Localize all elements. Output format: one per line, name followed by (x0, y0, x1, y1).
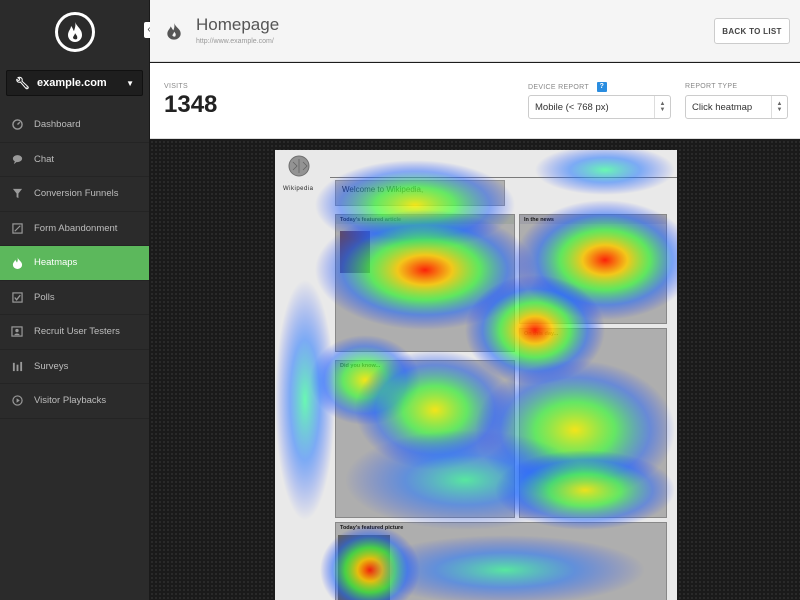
help-icon[interactable]: ? (596, 82, 607, 92)
featured-picture-heading: Today's featured picture (340, 525, 404, 531)
poll-icon (10, 290, 24, 304)
device-report-label-text: DEVICE REPORT (528, 83, 589, 91)
heatmap-page-preview[interactable]: Wikipedia Welcome to Wikipedia, Today's … (275, 150, 677, 600)
wiki-portals (537, 184, 667, 206)
sidebar: 🔧︎ example.com ▼ Dashboard Chat Conversi… (0, 0, 150, 600)
sidebar-item-label: Visitor Playbacks (34, 395, 107, 407)
did-you-know-heading: Did you know... (340, 363, 381, 369)
on-this-day-box: On this day... (519, 328, 667, 518)
wiki-wordmark: Wikipedia (283, 186, 314, 192)
chevron-down-icon: ▼ (126, 78, 134, 88)
play-icon (10, 394, 24, 408)
visits-label: VISITS (164, 83, 188, 90)
sidebar-item-label: Polls (34, 291, 55, 303)
select-arrows-icon: ▲ ▼ (771, 96, 787, 118)
page-title: Homepage (196, 15, 280, 34)
sidebar-item-surveys[interactable]: Surveys (0, 350, 149, 384)
visits-value: 1348 (164, 91, 218, 118)
wiki-welcome-title: Welcome to Wikipedia, (342, 185, 424, 194)
brand (0, 0, 149, 64)
sidebar-item-label: Form Abandonment (34, 222, 118, 234)
featured-picture-box: Today's featured picture (335, 522, 667, 600)
sidebar-item-label: Heatmaps (34, 257, 78, 269)
user-card-icon (10, 325, 24, 339)
in-the-news-heading: In the news (520, 215, 666, 224)
flame-icon (10, 256, 24, 270)
sidebar-nav: Dashboard Chat Conversion Funnels Form A… (0, 108, 149, 419)
sidebar-item-label: Recruit User Testers (34, 326, 120, 338)
wiki-welcome-box: Welcome to Wikipedia, (335, 180, 505, 206)
flame-icon (166, 22, 182, 45)
wikipedia-globe-icon (279, 154, 319, 184)
sidebar-item-label: Conversion Funnels (34, 188, 119, 200)
page-url: http://www.example.com/ (196, 38, 274, 45)
sidebar-item-dashboard[interactable]: Dashboard (0, 108, 149, 143)
report-type-value: Click heatmap (692, 101, 753, 113)
wrench-icon: 🔧︎ (15, 76, 31, 90)
wiki-tabs (330, 168, 677, 178)
featured-picture-image (338, 535, 390, 600)
select-arrows-icon: ▲ ▼ (654, 96, 670, 118)
sidebar-item-label: Chat (34, 153, 55, 165)
site-name: example.com (37, 77, 107, 89)
sidebar-item-form-abandonment[interactable]: Form Abandonment (0, 212, 149, 246)
featured-article-heading: Today's featured article (336, 215, 514, 224)
sidebar-item-heatmaps[interactable]: Heatmaps (0, 246, 149, 281)
back-to-list-button[interactable]: BACK TO LIST (714, 18, 790, 44)
form-icon (10, 221, 24, 235)
device-report-value: Mobile (< 768 px) (535, 101, 609, 113)
sidebar-item-label: Surveys (34, 360, 69, 372)
flame-logo-icon (67, 22, 82, 42)
sidebar-item-visitor-playbacks[interactable]: Visitor Playbacks (0, 384, 149, 419)
did-you-know-box: Did you know... (335, 360, 515, 518)
app-logo[interactable] (54, 12, 95, 52)
page-header: Homepage http://www.example.com/ BACK TO… (150, 0, 800, 62)
funnel-icon (10, 187, 24, 201)
featured-article-image (340, 231, 370, 273)
report-type-label: REPORT TYPE (685, 83, 738, 90)
report-type-select[interactable]: Click heatmap ▲ ▼ (685, 95, 788, 119)
stats-bar: VISITS 1348 DEVICE REPORT? Mobile (< 768… (150, 63, 800, 139)
site-selector[interactable]: 🔧︎ example.com ▼ (6, 70, 143, 96)
dashboard-icon (10, 118, 24, 132)
device-report-label: DEVICE REPORT? (528, 82, 607, 92)
sidebar-item-polls[interactable]: Polls (0, 281, 149, 315)
on-this-day-heading: On this day... (524, 331, 559, 337)
sidebar-item-label: Dashboard (34, 119, 81, 131)
survey-icon (10, 359, 24, 373)
chat-icon (10, 152, 24, 166)
featured-article-box: Today's featured article (335, 214, 515, 352)
page-snapshot: Wikipedia Welcome to Wikipedia, Today's … (275, 150, 677, 600)
in-the-news-box: In the news (519, 214, 667, 324)
sidebar-item-chat[interactable]: Chat (0, 143, 149, 177)
sidebar-item-recruit-user-testers[interactable]: Recruit User Testers (0, 315, 149, 350)
device-report-select[interactable]: Mobile (< 768 px) ▲ ▼ (528, 95, 671, 119)
sidebar-item-conversion-funnels[interactable]: Conversion Funnels (0, 177, 149, 212)
